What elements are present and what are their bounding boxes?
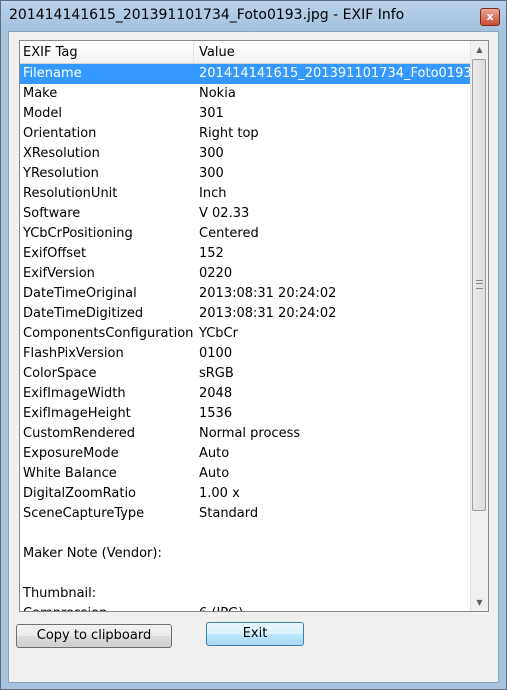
- exif-value-cell: 1.00 x: [199, 486, 240, 501]
- table-row[interactable]: ExifImageWidth 2048: [20, 384, 472, 404]
- scroll-thumb[interactable]: [472, 59, 486, 511]
- exif-value-cell: 0100: [199, 346, 233, 361]
- exif-value-cell: Inch: [199, 186, 227, 201]
- exif-value-cell: Normal process: [199, 426, 301, 441]
- table-row[interactable]: ExposureMode Auto: [20, 444, 472, 464]
- table-row[interactable]: Model 301: [20, 104, 472, 124]
- table-row[interactable]: Thumbnail:: [20, 584, 472, 604]
- exif-tag-cell: Maker Note (Vendor):: [23, 546, 162, 561]
- table-row[interactable]: SceneCaptureType Standard: [20, 504, 472, 524]
- exif-tag-cell: ColorSpace: [23, 366, 97, 381]
- list-rows: Filename 201414141615_201391101734_Foto01…: [20, 64, 488, 611]
- exif-value-cell: 152: [199, 246, 224, 261]
- exif-value-cell: 201414141615_201391101734_Foto0193.jpg: [199, 66, 489, 81]
- exif-value-cell: 2013:08:31 20:24:02: [199, 286, 337, 301]
- table-row[interactable]: Compression 6 (JPG): [20, 604, 472, 611]
- scroll-up-arrow-icon[interactable]: ▲: [471, 41, 488, 58]
- exif-value-cell: 300: [199, 166, 224, 181]
- exif-tag-cell: ExifImageHeight: [23, 406, 131, 421]
- table-row[interactable]: ExifImageHeight 1536: [20, 404, 472, 424]
- exif-tag-cell: Orientation: [23, 126, 97, 141]
- close-icon: x: [486, 10, 494, 23]
- exif-value-cell: V 02.33: [199, 206, 250, 221]
- exif-tag-cell: Filename: [23, 66, 82, 81]
- table-row[interactable]: Make Nokia: [20, 84, 472, 104]
- title-bar[interactable]: 201414141615_201391101734_Foto0193.jpg -…: [1, 1, 506, 31]
- table-row[interactable]: DateTimeOriginal 2013:08:31 20:24:02: [20, 284, 472, 304]
- exif-tag-cell: ResolutionUnit: [23, 186, 118, 201]
- exif-tag-cell: Compression: [23, 606, 107, 611]
- column-divider[interactable]: [193, 41, 194, 63]
- exif-info-window: 201414141615_201391101734_Foto0193.jpg -…: [0, 0, 507, 690]
- exif-value-cell: Auto: [199, 466, 230, 481]
- copy-to-clipboard-button[interactable]: Copy to clipboard: [16, 624, 172, 648]
- exif-tag-cell: Model: [23, 106, 63, 121]
- column-header-value[interactable]: Value: [199, 45, 235, 60]
- window-title: 201414141615_201391101734_Foto0193.jpg -…: [9, 7, 405, 23]
- table-row[interactable]: Software V 02.33: [20, 204, 472, 224]
- table-row[interactable]: ComponentsConfiguration YCbCr: [20, 324, 472, 344]
- exif-value-cell: sRGB: [199, 366, 234, 381]
- exif-tag-cell: YCbCrPositioning: [23, 226, 133, 241]
- column-header-exif-tag[interactable]: EXIF Tag: [23, 45, 78, 60]
- dialog-client-area: EXIF Tag Value Filename 201414141615_2013…: [8, 31, 499, 683]
- exif-list-view[interactable]: EXIF Tag Value Filename 201414141615_2013…: [19, 40, 489, 612]
- exif-value-cell: Auto: [199, 446, 230, 461]
- exif-tag-cell: ComponentsConfiguration: [23, 326, 194, 341]
- exif-tag-cell: Software: [23, 206, 81, 221]
- exif-value-cell: 1536: [199, 406, 233, 421]
- close-button[interactable]: x: [480, 8, 500, 26]
- exif-tag-cell: ExposureMode: [23, 446, 119, 461]
- exif-value-cell: 6 (JPG): [199, 606, 243, 611]
- table-row[interactable]: ExifVersion 0220: [20, 264, 472, 284]
- table-row[interactable]: Maker Note (Vendor):: [20, 544, 472, 564]
- table-row[interactable]: XResolution 300: [20, 144, 472, 164]
- exif-value-cell: 2048: [199, 386, 233, 401]
- exif-value-cell: 300: [199, 146, 224, 161]
- exif-value-cell: 301: [199, 106, 224, 121]
- exif-tag-cell: DateTimeOriginal: [23, 286, 137, 301]
- table-row[interactable]: [20, 564, 472, 584]
- table-row[interactable]: Orientation Right top: [20, 124, 472, 144]
- table-row[interactable]: DigitalZoomRatio 1.00 x: [20, 484, 472, 504]
- scroll-down-arrow-icon[interactable]: ▼: [471, 594, 488, 611]
- exif-value-cell: Centered: [199, 226, 259, 241]
- exif-value-cell: YCbCr: [199, 326, 238, 341]
- table-row[interactable]: CustomRendered Normal process: [20, 424, 472, 444]
- exif-value-cell: 0220: [199, 266, 233, 281]
- exif-tag-cell: ExifOffset: [23, 246, 87, 261]
- table-row[interactable]: YResolution 300: [20, 164, 472, 184]
- exit-button[interactable]: Exit: [206, 622, 304, 646]
- exif-tag-cell: ExifVersion: [23, 266, 95, 281]
- exif-tag-cell: DateTimeDigitized: [23, 306, 144, 321]
- table-row[interactable]: ResolutionUnit Inch: [20, 184, 472, 204]
- table-row[interactable]: [20, 524, 472, 544]
- exif-value-cell: Right top: [199, 126, 259, 141]
- scroll-grip-icon: [476, 280, 483, 289]
- table-row[interactable]: ColorSpace sRGB: [20, 364, 472, 384]
- exif-tag-cell: XResolution: [23, 146, 100, 161]
- exif-tag-cell: CustomRendered: [23, 426, 136, 441]
- table-row[interactable]: FlashPixVersion 0100: [20, 344, 472, 364]
- table-row[interactable]: ExifOffset 152: [20, 244, 472, 264]
- exif-tag-cell: YResolution: [23, 166, 99, 181]
- exif-value-cell: Standard: [199, 506, 259, 521]
- exif-tag-cell: FlashPixVersion: [23, 346, 124, 361]
- list-header: EXIF Tag Value: [20, 41, 472, 64]
- exif-value-cell: 2013:08:31 20:24:02: [199, 306, 337, 321]
- table-row[interactable]: Filename 201414141615_201391101734_Foto01…: [20, 64, 488, 84]
- table-row[interactable]: YCbCrPositioning Centered: [20, 224, 472, 244]
- exif-tag-cell: ExifImageWidth: [23, 386, 126, 401]
- exif-tag-cell: White Balance: [23, 466, 117, 481]
- exif-value-cell: Nokia: [199, 86, 236, 101]
- table-row[interactable]: White Balance Auto: [20, 464, 472, 484]
- table-row[interactable]: DateTimeDigitized 2013:08:31 20:24:02: [20, 304, 472, 324]
- exif-tag-cell: DigitalZoomRatio: [23, 486, 137, 501]
- exif-tag-cell: Make: [23, 86, 58, 101]
- exif-tag-cell: Thumbnail:: [23, 586, 97, 601]
- vertical-scrollbar[interactable]: ▲ ▼: [470, 41, 488, 611]
- exif-tag-cell: SceneCaptureType: [23, 506, 145, 521]
